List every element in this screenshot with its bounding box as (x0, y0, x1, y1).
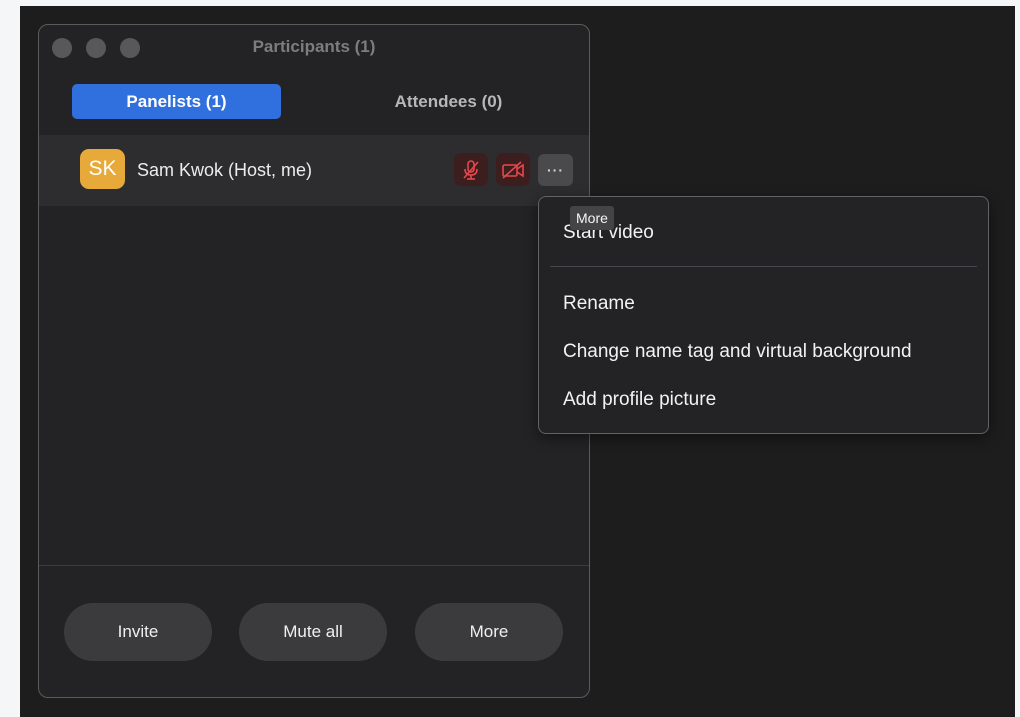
menu-item-change-name-tag[interactable]: Change name tag and virtual background (563, 341, 912, 363)
tab-panelists[interactable]: Panelists (1) (72, 84, 281, 119)
mute-all-button[interactable]: Mute all (239, 603, 387, 661)
menu-item-add-profile-picture[interactable]: Add profile picture (563, 389, 716, 411)
participant-row[interactable]: SK Sam Kwok (Host, me) ··· (39, 135, 589, 206)
participant-name: Sam Kwok (Host, me) (137, 160, 313, 180)
window-title: Participants (1) (252, 37, 376, 56)
ellipsis-icon[interactable]: ··· (538, 154, 573, 186)
mic-muted-icon[interactable] (454, 153, 488, 186)
participants-window: Participants (1) Panelists (1) Attendees… (38, 24, 590, 698)
menu-item-rename[interactable]: Rename (563, 293, 635, 315)
tab-attendees[interactable]: Attendees (0) (344, 84, 553, 119)
avatar: SK (80, 149, 125, 189)
invite-button[interactable]: Invite (64, 603, 212, 661)
footer-divider (39, 565, 589, 566)
more-tooltip: More (570, 206, 614, 230)
video-off-icon[interactable] (496, 153, 530, 186)
participant-context-menu: Start video Rename Change name tag and v… (538, 196, 989, 434)
more-button[interactable]: More (415, 603, 563, 661)
menu-divider (550, 266, 977, 267)
